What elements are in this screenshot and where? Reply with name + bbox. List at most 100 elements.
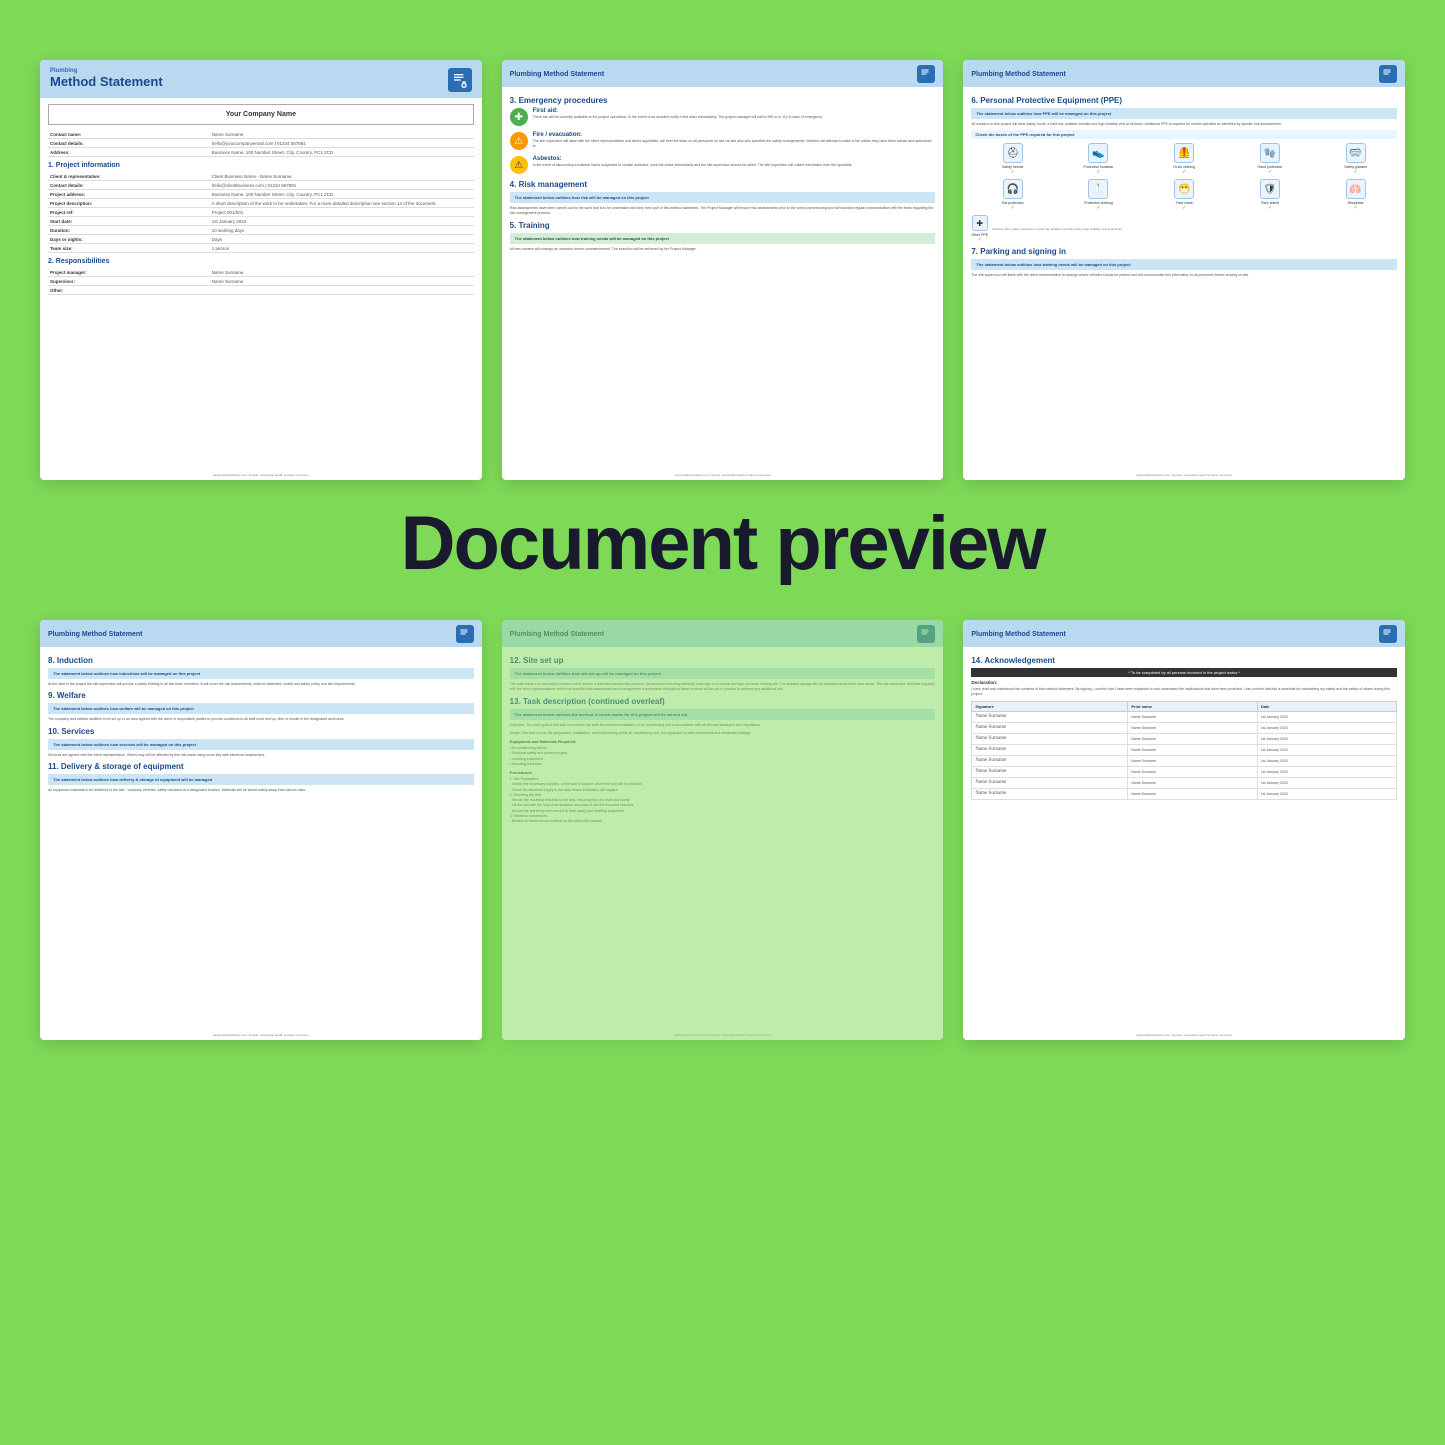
ppe-respirator-icon: 🫁 [1346,179,1366,199]
section12-title: 12. Site set up [510,656,936,665]
page6-header: Plumbing Method Statement [963,620,1405,647]
sig-signature-3: Name Surname [972,744,1128,755]
ppe-shield-icon: 🛡 [1260,179,1280,199]
section13-title: 13. Task description (continued overleaf… [510,697,936,706]
document-page-4[interactable]: Plumbing Method Statement 8. Induction T… [40,620,482,1040]
ppe-hands: 🧤 Hand protection ✓ [1229,143,1312,175]
page4-header-title: Plumbing Method Statement [48,631,143,638]
page1-footer: easyhealthandsafety.com | Simple, access… [40,473,482,477]
table-row: Name Surname Name Surname 1st January 20… [972,711,1397,722]
document-page-3[interactable]: Plumbing Method Statement 6. Personal Pr… [963,60,1405,480]
sig-print-0: Name Surname [1128,711,1258,722]
ppe-glasses: 🥽 Safety glasses ✓ [1314,143,1397,175]
risk-highlight: The statement below outlines how risk wi… [510,192,936,203]
project-info-table: Client & representative:Client Business … [48,172,474,253]
table-row: Name Surname Name Surname 1st January 20… [972,777,1397,788]
setup-highlight: The statement below outlines how site se… [510,668,936,679]
ppe-hivis: 🦺 Hi-vis clothing ✓ [1143,143,1226,175]
equipment-list-header: Equipment and Materials Required [510,739,936,744]
document-page-5[interactable]: Plumbing Method Statement 12. Site set u… [502,620,944,1040]
sig-date-3: 1st January 2024 [1257,744,1396,755]
document-page-6[interactable]: Plumbing Method Statement 14. Acknowledg… [963,620,1405,1040]
sig-date-6: 1st January 2024 [1257,777,1396,788]
ppe-footwear-check: ✓ [1057,169,1140,175]
section11-title: 11. Delivery & storage of equipment [48,762,474,771]
table-row: Name Surname Name Surname 1st January 20… [972,733,1397,744]
ppe-glasses-icon: 🥽 [1346,143,1366,163]
table-row: Name Surname Name Surname 1st January 20… [972,722,1397,733]
ppe-check-header: Check the boxes of the PPE required for … [971,130,1397,139]
sig-signature-2: Name Surname [972,733,1128,744]
section6-title: 6. Personal Protective Equipment (PPE) [971,96,1397,105]
services-text: Services are agreed with the client repr… [48,753,474,758]
document-page-2[interactable]: Plumbing Method Statement 3. Emergency p… [502,60,944,480]
sig-print-7: Name Surname [1128,788,1258,799]
sig-date-5: 1st January 2024 [1257,766,1396,777]
sig-date-2: 1st January 2024 [1257,733,1396,744]
ppe-hivis-icon: 🦺 [1174,143,1194,163]
table-row: Name Surname Name Surname 1st January 20… [972,744,1397,755]
equipment-list-items: • Air conditioning unit kit • Electrical… [510,746,936,767]
section4-title: 4. Risk management [510,180,936,189]
page1-header: Plumbing Method Statement [40,60,482,98]
page6-icon [1379,625,1397,643]
page2-header: Plumbing Method Statement [502,60,944,87]
sig-signature-1: Name Surname [972,722,1128,733]
document-page-1[interactable]: Plumbing Method Statement Your Company N… [40,60,482,480]
asbestos-icon: ⚠ [510,156,528,174]
sig-signature-5: Name Surname [972,766,1128,777]
bottom-pages-row: Plumbing Method Statement 8. Induction T… [40,620,1405,1040]
ppe-hands-check: ✓ [1229,169,1312,175]
page3-header: Plumbing Method Statement [963,60,1405,87]
sig-date-4: 1st January 2024 [1257,755,1396,766]
main-container: Plumbing Method Statement Your Company N… [0,0,1445,1445]
procedures-header: Procedures [510,770,936,775]
table-row: Name Surname Name Surname 1st January 20… [972,788,1397,799]
page3-content: 6. Personal Protective Equipment (PPE) T… [963,87,1405,287]
sig-signature-4: Name Surname [972,755,1128,766]
overlay-label-container: Document preview [0,500,1445,587]
parking-text: The site supervisor will liaise with the… [971,273,1397,278]
section10-title: 10. Services [48,727,474,736]
section5-title: 5. Training [510,221,936,230]
ppe-hands-icon: 🧤 [1260,143,1280,163]
ppe-ear-check: ✓ [971,205,1054,211]
section7-title: 7. Parking and signing in [971,247,1397,256]
ppe-clothing-check: ✓ [1057,205,1140,211]
sig-print-3: Name Surname [1128,744,1258,755]
page4-header: Plumbing Method Statement [40,620,482,647]
page3-footer: easyhealthandsafety.com | Simple, access… [963,473,1405,477]
section3-title: 3. Emergency procedures [510,96,936,105]
task-scope: Scope: This task covers the preparation,… [510,731,936,736]
page1-content: Your Company Name Contact name:Name Surn… [40,98,482,306]
sig-print-1: Name Surname [1128,722,1258,733]
overlay-label-text: Document preview [401,501,1045,586]
ppe-helmet-icon: ⛑ [1003,143,1023,163]
sig-date-7: 1st January 2024 [1257,788,1396,799]
page5-header: Plumbing Method Statement [502,620,944,647]
sig-print-6: Name Surname [1128,777,1258,788]
ppe-helmet-check: ✓ [971,169,1054,175]
page1-icon [448,68,472,92]
sig-print-4: Name Surname [1128,755,1258,766]
table-row: Name Surname Name Surname 1st January 20… [972,766,1397,777]
responsibilities-table: Project manager:Name Surname Supervisor:… [48,268,474,295]
ppe-mask-icon: 😷 [1174,179,1194,199]
page4-icon [456,625,474,643]
task-objective: Objective: The main goal of this task is… [510,723,936,728]
declaration-header: * To be completed by all persons involve… [971,668,1397,677]
services-highlight: The statement below outlines how service… [48,739,474,750]
procedures-list: 1. Site Preparation - Gather the necessa… [510,777,936,824]
asbestos-item: ⚠ Asbestos: In the event of discovering … [510,156,936,174]
sig-col-signature: Signature [972,701,1128,711]
ppe-mask: 😷 Face mask ✓ [1143,179,1226,211]
fire-evac-icon: ⚠ [510,132,528,150]
section2-title: 2. Responsibilities [48,258,474,265]
sig-date-0: 1st January 2024 [1257,711,1396,722]
section14-title: 14. Acknowledgement [971,656,1397,665]
delivery-highlight: The statement below outlines how deliver… [48,774,474,785]
asbestos-text-block: Asbestos: In the event of discovering a … [533,156,936,168]
first-aid-icon: ✚ [510,108,528,126]
company-name-text: Your Company Name [226,111,296,118]
page2-content: 3. Emergency procedures ✚ First aid: The… [502,87,944,260]
